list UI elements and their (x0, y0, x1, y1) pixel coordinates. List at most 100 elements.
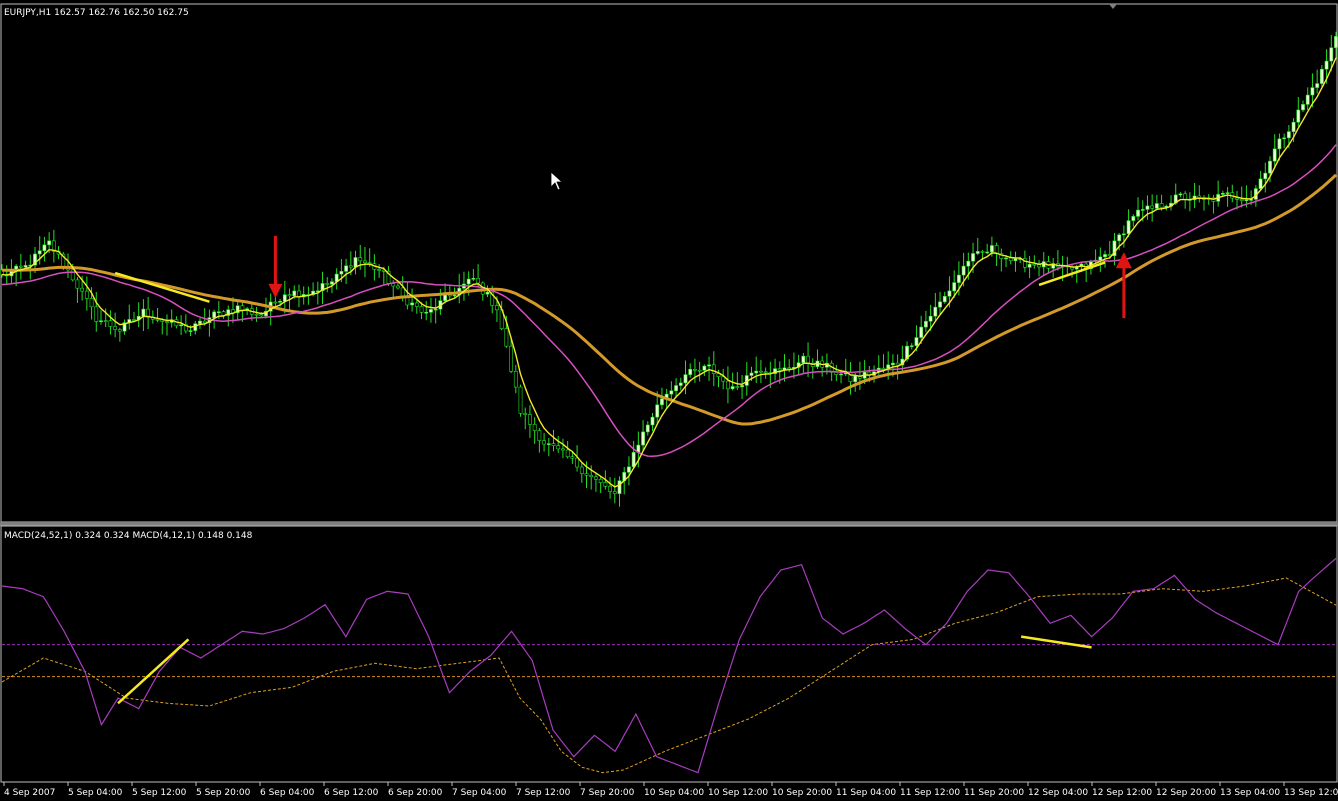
candle-body (919, 326, 924, 338)
candle-body (749, 372, 754, 376)
candle-body (697, 369, 702, 372)
candle-body (1301, 104, 1305, 111)
candle-body (471, 278, 476, 280)
candle-body (641, 431, 645, 446)
candle-body (1319, 68, 1324, 84)
candle-body (645, 424, 650, 433)
candle-body (523, 413, 528, 415)
candle-body (551, 443, 556, 446)
candle-body (942, 296, 947, 303)
candle-body (37, 250, 42, 255)
candle-body (740, 385, 744, 388)
candle-body (485, 291, 490, 295)
candle-body (1334, 36, 1338, 49)
candle-body (565, 449, 570, 457)
candle-body (1315, 83, 1320, 88)
candle-body (1178, 193, 1183, 196)
candle-body (1277, 138, 1282, 150)
candle-body (895, 362, 900, 366)
candle-body (678, 382, 683, 386)
indicator-info-label: MACD(24,52,1) 0.324 0.324 MACD(4,12,1) 0… (4, 531, 253, 541)
candle-body (339, 271, 344, 275)
candle-body (570, 456, 575, 459)
candle-body (476, 278, 480, 284)
candle-body (579, 466, 584, 474)
candle-body (377, 269, 382, 271)
candle-body (282, 294, 287, 302)
candle-body (348, 265, 353, 268)
candle-body (433, 308, 438, 311)
candle-body (853, 375, 858, 383)
candle-body (325, 283, 330, 285)
candle-body (537, 430, 542, 441)
candle-body (952, 282, 957, 292)
candle-body (99, 320, 103, 322)
candle-body (212, 311, 217, 318)
time-tick-label: 12 Sep 20:00 (1156, 788, 1216, 798)
pane-splitter[interactable] (0, 522, 1338, 526)
candle-body (971, 253, 975, 262)
candle-body (80, 287, 85, 292)
candle-body (198, 320, 202, 324)
candle-body (155, 318, 160, 321)
candle-body (589, 475, 594, 478)
candle-body (801, 355, 806, 363)
candle-body (612, 491, 617, 494)
candle-body (1037, 264, 1041, 268)
candle (518, 384, 523, 417)
candle-body (546, 443, 551, 445)
candle-body (1244, 199, 1249, 201)
candle-body (702, 365, 707, 371)
candle-body (424, 311, 429, 314)
candle-body (1004, 257, 1008, 260)
candle-body (254, 313, 259, 316)
candle-body (452, 294, 457, 297)
candle-body (730, 386, 735, 390)
candle-body (985, 251, 990, 254)
candle-body (216, 311, 221, 313)
candle-body (1225, 192, 1230, 194)
candle-body (1305, 94, 1310, 105)
candle-body (1027, 263, 1032, 268)
candle-body (179, 324, 184, 327)
candle-body (1239, 199, 1244, 201)
candle-body (292, 290, 297, 297)
candle-body (513, 371, 518, 388)
candle-body (363, 260, 367, 264)
candle-body (1235, 197, 1239, 200)
trading-chart[interactable]: EURJPY,H1 162.57 162.76 162.50 162.75 MA… (0, 0, 1338, 801)
time-tick-label: 12 Sep 04:00 (1028, 788, 1088, 798)
candle-body (1263, 172, 1268, 180)
candle-body (84, 290, 89, 299)
candle-body (1286, 131, 1291, 139)
candle-body (396, 285, 400, 289)
time-tick-label: 4 Sep 2007 (4, 788, 55, 798)
candle-body (287, 294, 292, 297)
candle-body (608, 485, 612, 492)
candle-body (344, 265, 349, 272)
candle-body (504, 328, 509, 347)
candle-body (891, 362, 895, 366)
time-tick-label: 11 Sep 12:00 (900, 788, 960, 798)
candle-body (414, 302, 419, 307)
candle-body (933, 306, 938, 317)
candle-body (975, 251, 980, 254)
candle-body (47, 240, 52, 246)
candle-body (584, 473, 589, 476)
candle-body (542, 440, 546, 445)
candle-body (735, 386, 740, 388)
candle-body (1032, 263, 1037, 266)
candle-body (806, 355, 810, 364)
candle-body (603, 482, 608, 487)
candle-body (726, 380, 730, 390)
candle-body (839, 373, 843, 376)
candle-body (518, 386, 523, 414)
candle-body (353, 257, 358, 268)
candle-body (556, 445, 561, 450)
candle-body (909, 345, 914, 347)
candle-body (1117, 234, 1122, 242)
time-tick-label: 5 Sep 04:00 (68, 788, 123, 798)
candle-body (117, 329, 122, 332)
candle-body (1154, 203, 1159, 209)
candle-body (1098, 256, 1103, 261)
